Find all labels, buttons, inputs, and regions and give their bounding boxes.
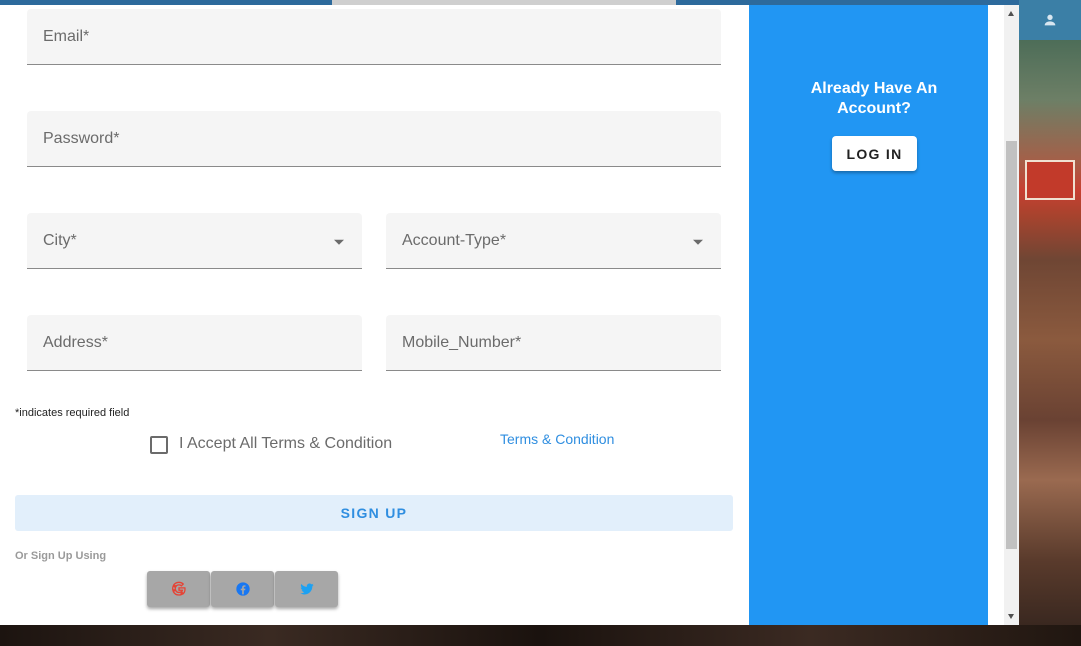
- twitter-icon: [299, 583, 314, 595]
- background-photo-bottom: [0, 625, 1081, 646]
- user-icon: [1044, 14, 1056, 26]
- terms-condition-link[interactable]: Terms & Condition: [500, 431, 614, 447]
- modal-gutter: [988, 5, 1004, 625]
- background-photo-strip: [1019, 40, 1081, 625]
- address-field[interactable]: Address*: [27, 315, 362, 371]
- signup-form: Email* Password* City* Account-Type* Add…: [0, 5, 749, 625]
- password-field[interactable]: Password*: [27, 111, 721, 167]
- signup-modal: Email* Password* City* Account-Type* Add…: [0, 5, 988, 625]
- user-account-button[interactable]: [1019, 0, 1081, 40]
- page-scrollbar[interactable]: [1004, 5, 1019, 625]
- scrollbar-thumb[interactable]: [1006, 141, 1017, 549]
- account-type-label: Account-Type*: [402, 231, 507, 249]
- google-signup-button[interactable]: [147, 571, 210, 607]
- accept-terms-checkbox[interactable]: [150, 436, 168, 454]
- sign-up-button[interactable]: SIGN UP: [15, 495, 733, 531]
- twitter-signup-button[interactable]: [275, 571, 338, 607]
- accept-terms-label[interactable]: I Accept All Terms & Condition: [179, 435, 392, 453]
- city-label: City*: [43, 231, 77, 249]
- background-sign: [1025, 160, 1075, 200]
- facebook-icon: [235, 582, 250, 596]
- scroll-up-arrow-icon[interactable]: [1008, 11, 1014, 16]
- dropdown-arrow-icon: [334, 239, 344, 245]
- password-label: Password*: [43, 129, 120, 147]
- google-icon: [171, 581, 186, 596]
- log-in-button[interactable]: LOG IN: [832, 136, 917, 171]
- email-label: Email*: [43, 27, 90, 45]
- required-field-note: *indicates required field: [15, 407, 130, 419]
- heading-line-1: Already Have An: [810, 80, 938, 97]
- city-select[interactable]: City*: [27, 213, 362, 269]
- login-side-panel: Already Have An Account? LOG IN: [749, 5, 988, 625]
- mobile-number-field[interactable]: Mobile_Number*: [386, 315, 721, 371]
- mobile-number-label: Mobile_Number*: [402, 333, 522, 351]
- or-sign-up-using-label: Or Sign Up Using: [15, 550, 107, 562]
- account-type-select[interactable]: Account-Type*: [386, 213, 721, 269]
- already-have-account-heading: Already Have An Account?: [749, 79, 988, 119]
- heading-line-2: Account?: [837, 100, 911, 117]
- address-label: Address*: [43, 333, 108, 351]
- dropdown-arrow-icon: [693, 239, 703, 245]
- facebook-signup-button[interactable]: [211, 571, 274, 607]
- scroll-down-arrow-icon[interactable]: [1008, 614, 1014, 619]
- email-field[interactable]: Email*: [27, 9, 721, 65]
